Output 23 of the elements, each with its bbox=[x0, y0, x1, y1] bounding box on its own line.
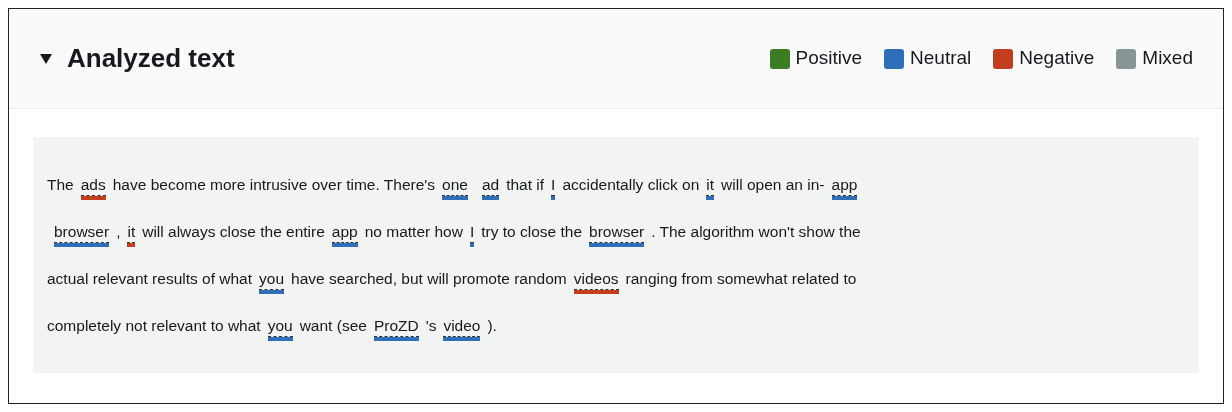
text-run: ranging from somewhat related to bbox=[625, 269, 857, 289]
legend-label: Negative bbox=[1019, 46, 1095, 71]
text-run: ). bbox=[487, 316, 497, 336]
text-run: actual relevant results of what bbox=[47, 269, 253, 289]
text-run: completely not relevant to what bbox=[47, 316, 261, 336]
collapse-toggle[interactable]: Analyzed text bbox=[39, 39, 235, 78]
text-run: 's bbox=[425, 316, 437, 336]
text-run: accidentally click on bbox=[562, 175, 700, 195]
legend-label: Neutral bbox=[910, 46, 972, 71]
legend-label: Mixed bbox=[1142, 46, 1193, 71]
text-run: that if bbox=[506, 175, 545, 195]
text-run: want (see bbox=[299, 316, 367, 336]
text-run: have searched, but will promote random bbox=[291, 269, 567, 289]
text-run: , bbox=[116, 222, 121, 242]
text-run: no matter how bbox=[364, 222, 463, 242]
text-run: The bbox=[47, 175, 74, 195]
legend-label: Positive bbox=[795, 46, 863, 71]
text-run: will open an in- bbox=[721, 175, 825, 195]
text-run: have become more intrusive over time. There's bbox=[112, 175, 435, 195]
text-run: . The algorithm won't show the bbox=[651, 222, 861, 242]
text-run: will always close the entire bbox=[142, 222, 325, 242]
text-run: try to close the bbox=[481, 222, 583, 242]
caret-icon bbox=[39, 52, 53, 65]
